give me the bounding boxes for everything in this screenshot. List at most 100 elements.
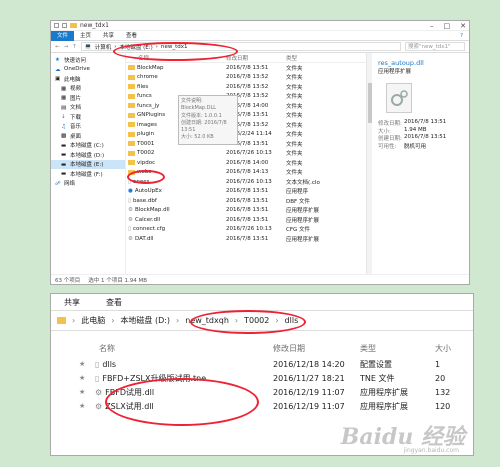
nav-item-drive-e[interactable]: ▬ 本地磁盘 (E:) xyxy=(51,159,125,169)
file-date: 2016/7/26 10:13 xyxy=(226,226,272,233)
file-row[interactable]: vipdoc 2016/7/8 14:00 文件夹 xyxy=(126,158,366,168)
help-icon[interactable]: ? xyxy=(460,33,463,39)
nav-item-this-pc[interactable]: ▣ 此电脑 xyxy=(51,74,125,84)
back-icon[interactable]: ← xyxy=(55,44,60,50)
file-row[interactable]: T0001 2016/7/8 13:51 文件夹 xyxy=(126,139,366,149)
column-header-date[interactable]: 修改日期 xyxy=(226,54,286,62)
tab-view[interactable]: 查看 xyxy=(120,31,143,41)
file-row[interactable]: ★ ⚙ FBFD试用.dll 2016/12/19 11:07 应用程序扩展 132 xyxy=(51,385,473,399)
column-header-row: 名称 修改日期 类型 大小 xyxy=(51,339,473,357)
file-name-cell: ▯ dlls xyxy=(95,360,273,369)
folder-icon xyxy=(57,317,66,324)
tab-share[interactable]: 共享 xyxy=(51,297,93,308)
file-name-cell: BlockMap xyxy=(126,65,226,71)
breadcrumb-item[interactable]: T0002 xyxy=(244,316,269,325)
file-row[interactable]: files 2016/7/8 13:52 文件夹 xyxy=(126,82,366,92)
file-row[interactable]: images 2016/7/8 13:52 文件夹 xyxy=(126,120,366,130)
nav-item-network[interactable]: ☍ 网络 xyxy=(51,179,125,189)
breadcrumb-item[interactable]: 本地磁盘 (E:) xyxy=(119,43,152,51)
file-row[interactable]: plugin 2016/2/24 11:14 文件夹 xyxy=(126,130,366,140)
nav-item-quick-access[interactable]: ★ 快速访问 xyxy=(51,55,125,65)
file-row[interactable]: ★ ▯ FBFD+ZSLX升级版试用.tne 2016/11/27 18:21 TNE … xyxy=(51,371,473,385)
column-header-name[interactable]: 名称 xyxy=(51,343,273,354)
file-row[interactable]: ● AutoUpEx 2016/7/8 13:51 应用程序 xyxy=(126,187,366,197)
pin-icon[interactable]: ★ xyxy=(51,374,95,382)
tab-share[interactable]: 共享 xyxy=(97,31,120,41)
tooltip-line: 文件说明: BlockMap.DLL xyxy=(181,98,217,112)
tab-view[interactable]: 查看 xyxy=(93,297,135,308)
column-header-date[interactable]: 修改日期 xyxy=(273,343,360,354)
chevron-right-icon: › xyxy=(111,316,115,325)
close-icon[interactable]: ✕ xyxy=(460,22,466,30)
nav-item-pictures[interactable]: ▦ 图片 xyxy=(51,93,125,103)
nav-item-documents[interactable]: ▤ 文档 xyxy=(51,103,125,113)
breadcrumb-item[interactable]: 计算机 xyxy=(95,43,112,51)
address-bar-row: ← → ↑ 💻 计算机 › 本地磁盘 (E:) › new_tdx1 搜索"ne… xyxy=(51,41,469,53)
column-header-name[interactable]: 名称 xyxy=(126,54,226,62)
pin-icon[interactable]: ★ xyxy=(51,388,95,396)
column-header-size[interactable]: 大小 xyxy=(435,343,451,354)
file-type: 文件夹 xyxy=(286,170,303,177)
column-header-row: 名称 修改日期 类型 xyxy=(126,53,366,63)
file-row[interactable]: ★ ⚙ ZSLX试用.dll 2016/12/19 11:07 应用程序扩展 120 xyxy=(51,399,473,413)
breadcrumb-item[interactable]: 本地磁盘 (D:) xyxy=(120,315,170,326)
file-size: 120 xyxy=(435,401,451,411)
file-row[interactable]: ⚙ Calcer.dll 2016/7/8 13:51 应用程序扩展 xyxy=(126,215,366,225)
gear-file-icon: ⚙ xyxy=(95,387,103,397)
file-row[interactable]: webs 2016/7/8 14:13 文件夹 xyxy=(126,168,366,178)
breadcrumb[interactable]: 💻 计算机 › 本地磁盘 (E:) › new_tdx1 xyxy=(80,42,401,51)
column-header-type[interactable]: 类型 xyxy=(286,54,346,62)
file-name: GNPlugins xyxy=(137,112,166,119)
preview-key: 修改日期: xyxy=(378,121,402,127)
nav-item-videos[interactable]: ▦ 视频 xyxy=(51,84,125,94)
breadcrumb-item[interactable]: new_tdxqh xyxy=(185,316,229,325)
nav-item-desktop[interactable]: ▩ 桌面 xyxy=(51,131,125,141)
tab-home[interactable]: 主页 xyxy=(74,31,97,41)
scroll-thumb[interactable] xyxy=(368,83,372,123)
file-name: base.dbf xyxy=(133,197,157,204)
minimize-icon[interactable]: – xyxy=(430,22,434,30)
file-row[interactable]: funcs 2016/7/8 13:52 文件夹 xyxy=(126,92,366,102)
file-name-cell: webs xyxy=(126,169,226,175)
breadcrumb[interactable]: › 此电脑 › 本地磁盘 (D:) › new_tdxqh › T0002 › … xyxy=(51,311,473,331)
nav-item-drive-c[interactable]: ▬ 本地磁盘 (C:) xyxy=(51,141,125,151)
nav-item-music[interactable]: ♫ 音乐 xyxy=(51,122,125,132)
vertical-scrollbar[interactable] xyxy=(366,53,372,274)
file-row[interactable]: T0002 2016/7/26 10:13 文件夹 xyxy=(126,149,366,159)
file-row[interactable]: funcs_jy 2016/7/8 14:00 文件夹 xyxy=(126,101,366,111)
file-row[interactable]: ★ ▯ dlls 2016/12/18 14:20 配置设置 1 xyxy=(51,357,473,371)
search-input[interactable]: 搜索"new_tdx1" xyxy=(405,42,465,51)
maximize-icon[interactable]: □ xyxy=(444,22,451,30)
file-row[interactable]: ▯ anees 2016/7/26 10:13 文本文档(.clo xyxy=(126,177,366,187)
file-row[interactable]: ⚙ DAT.dll 2016/7/8 13:51 应用程序扩展 xyxy=(126,234,366,244)
file-row[interactable]: ⚙ BlockMap.dll 2016/7/8 13:51 应用程序扩展 xyxy=(126,206,366,216)
file-name-cell: ▯ connect.cfg xyxy=(126,226,226,232)
file-type: 应用程序 xyxy=(286,189,309,196)
file-name-cell: vipdoc xyxy=(126,160,226,166)
file-name-cell: ▯ base.dbf xyxy=(126,198,226,204)
watermark-url: jingyan.baidu.com xyxy=(403,447,459,454)
breadcrumb-item[interactable]: dlls xyxy=(285,316,299,325)
tab-file[interactable]: 文件 xyxy=(51,30,75,41)
breadcrumb-item[interactable]: 此电脑 xyxy=(81,315,105,326)
file-row[interactable]: GNPlugins 2016/7/8 13:51 文件夹 xyxy=(126,111,366,121)
quick-access-toolbar-icon[interactable] xyxy=(54,23,59,28)
column-header-type[interactable]: 类型 xyxy=(360,343,435,354)
breadcrumb-item[interactable]: new_tdx1 xyxy=(161,44,188,50)
file-row[interactable]: BlockMap 2016/7/8 13:51 文件夹 xyxy=(126,63,366,73)
properties-icon[interactable] xyxy=(62,23,67,28)
preview-pane: res_autoup.dll 应用程序扩展 修改日期: 2016/7/8 13:5… xyxy=(372,53,469,274)
file-row[interactable]: chrome 2016/7/8 13:52 文件夹 xyxy=(126,73,366,83)
nav-item-onedrive[interactable]: ☁ OneDrive xyxy=(51,65,125,75)
nav-item-drive-f[interactable]: ▬ 本地磁盘 (F:) xyxy=(51,169,125,179)
file-row[interactable]: ▯ base.dbf 2016/7/8 13:51 DBF 文件 xyxy=(126,196,366,206)
nav-item-drive-d[interactable]: ▬ 本地磁盘 (D:) xyxy=(51,150,125,160)
up-icon[interactable]: ↑ xyxy=(72,44,77,50)
nav-item-downloads[interactable]: ↓ 下载 xyxy=(51,112,125,122)
file-row[interactable]: ▯ connect.cfg 2016/7/26 10:13 CFG 文件 xyxy=(126,225,366,235)
tooltip-line: 创建日期: 2016/7/8 13:51 xyxy=(181,119,227,134)
forward-icon[interactable]: → xyxy=(64,44,69,50)
pin-icon[interactable]: ★ xyxy=(51,402,95,410)
file-icon: ▯ xyxy=(128,178,132,185)
pin-icon[interactable]: ★ xyxy=(51,360,95,368)
